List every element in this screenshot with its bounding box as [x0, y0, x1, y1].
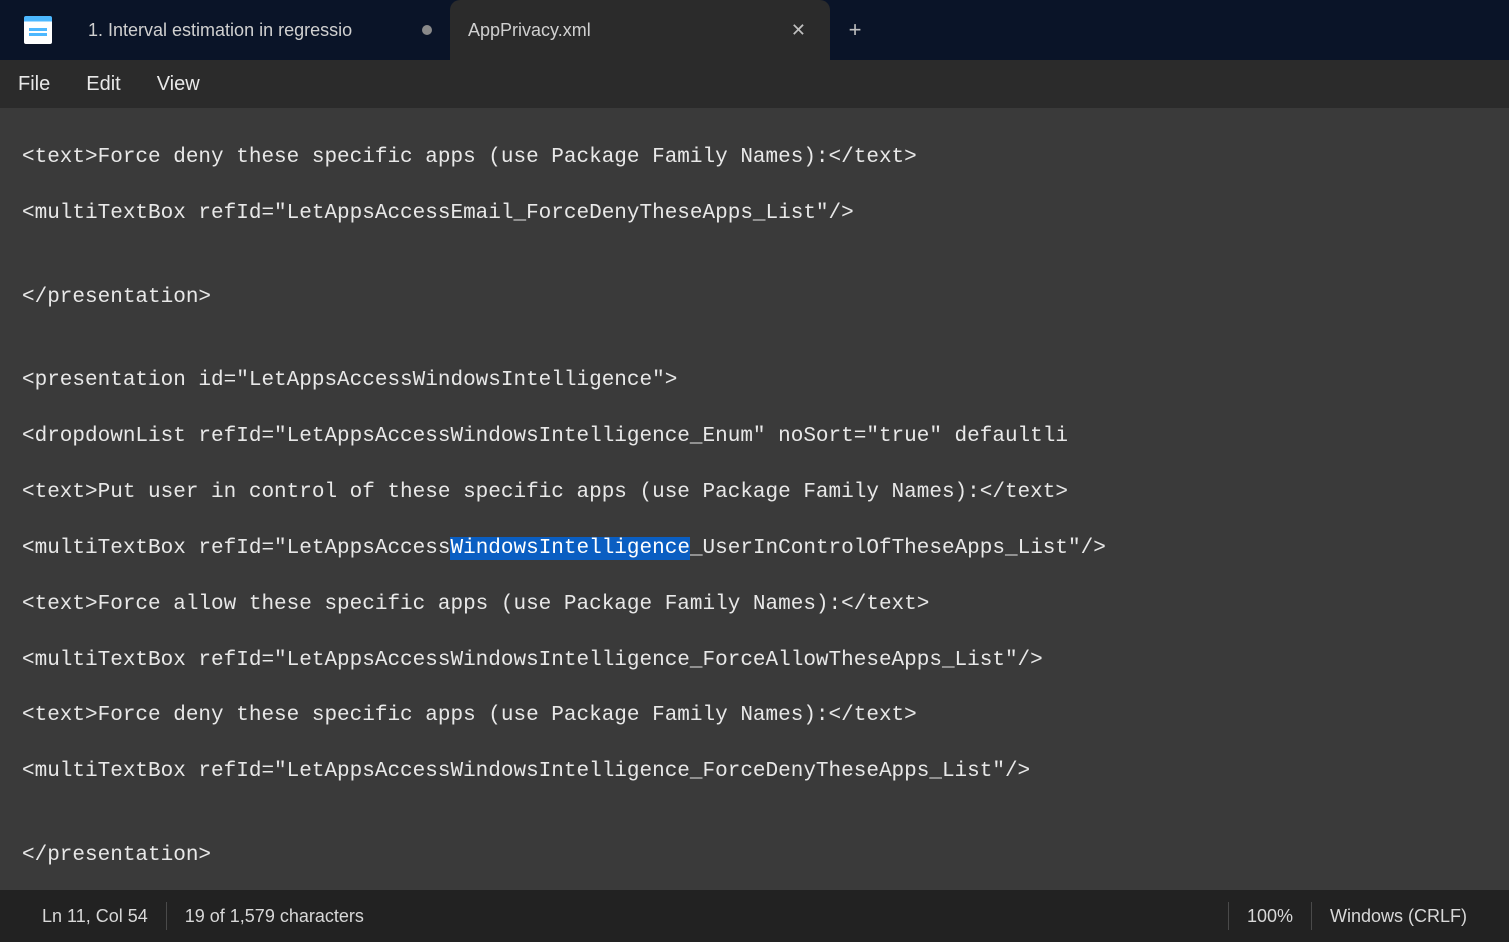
editor-line: <presentation id="LetAppsAccessWindowsIn…: [22, 367, 1487, 395]
line-ending[interactable]: Windows (CRLF): [1312, 906, 1485, 927]
editor-line: </presentation>: [22, 284, 1487, 312]
plus-icon: +: [849, 17, 862, 43]
close-tab-icon[interactable]: ✕: [785, 16, 812, 45]
editor-line: <multiTextBox refId="LetAppsAccessWindow…: [22, 647, 1487, 675]
tab-inactive[interactable]: 1. Interval estimation in regressio: [70, 0, 450, 60]
menu-edit[interactable]: Edit: [86, 73, 120, 96]
editor-line: </presentation>: [22, 842, 1487, 870]
notepad-icon: [24, 16, 52, 44]
menu-bar: File Edit View: [0, 60, 1509, 108]
cursor-position[interactable]: Ln 11, Col 54: [24, 906, 166, 927]
tab-active[interactable]: AppPrivacy.xml ✕: [450, 0, 830, 60]
tab-title: 1. Interval estimation in regressio: [88, 20, 410, 41]
editor-line: <multiTextBox refId="LetAppsAccessEmail_…: [22, 200, 1487, 228]
editor-line: <dropdownList refId="LetAppsAccessWindow…: [22, 423, 1487, 451]
menu-file[interactable]: File: [18, 73, 50, 96]
new-tab-button[interactable]: +: [830, 17, 880, 43]
editor-line: <text>Force deny these specific apps (us…: [22, 702, 1487, 730]
editor-line: <text>Force allow these specific apps (u…: [22, 591, 1487, 619]
selected-text: WindowsIntelligence: [450, 537, 689, 560]
tab-title: AppPrivacy.xml: [468, 20, 773, 41]
text-editor[interactable]: <text>Force deny these specific apps (us…: [0, 108, 1509, 890]
unsaved-indicator-icon: [422, 25, 432, 35]
title-bar: 1. Interval estimation in regressio AppP…: [0, 0, 1509, 60]
editor-line: <multiTextBox refId="LetAppsAccessWindow…: [22, 758, 1487, 786]
editor-line: <multiTextBox refId="LetAppsAccessWindow…: [22, 535, 1487, 563]
editor-line: <text>Force deny these specific apps (us…: [22, 144, 1487, 172]
status-bar: Ln 11, Col 54 19 of 1,579 characters 100…: [0, 890, 1509, 942]
zoom-level[interactable]: 100%: [1229, 906, 1311, 927]
editor-line: <text>Put user in control of these speci…: [22, 479, 1487, 507]
menu-view[interactable]: View: [157, 73, 200, 96]
selection-count: 19 of 1,579 characters: [167, 906, 382, 927]
